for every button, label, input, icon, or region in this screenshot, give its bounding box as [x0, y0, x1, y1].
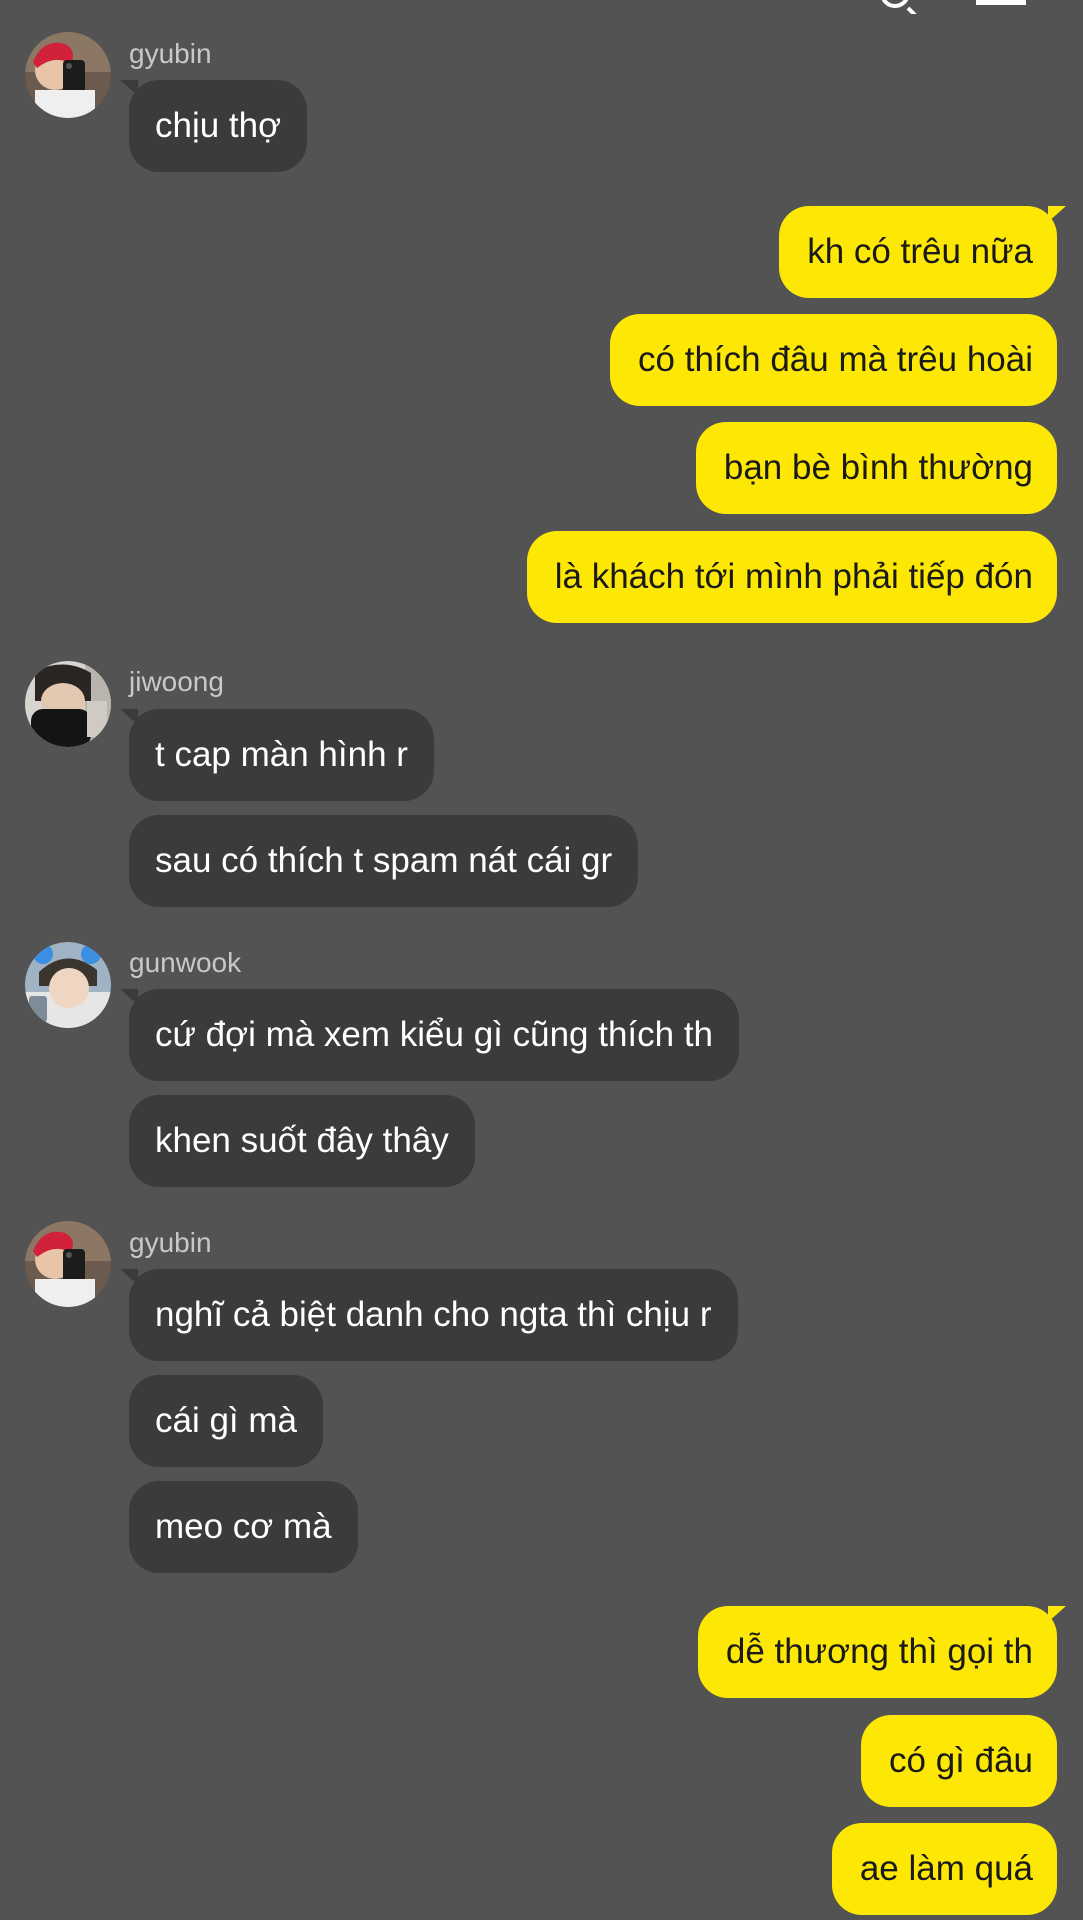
- avatar-gunwook-image: [25, 942, 111, 1028]
- avatar-gunwook[interactable]: [25, 942, 111, 1028]
- avatar-jiwoong-image: [25, 661, 111, 747]
- message-bubble-outgoing[interactable]: là khách tới mình phải tiếp đón: [526, 531, 1057, 623]
- sender-name: jiwoong: [129, 666, 224, 697]
- message-bubble-incoming[interactable]: t cap màn hình r: [120, 709, 434, 801]
- message-bubble-outgoing[interactable]: có gì đâu: [861, 1715, 1057, 1807]
- avatar-gyubin[interactable]: [25, 32, 111, 118]
- avatar-gyubin[interactable]: [25, 1221, 111, 1307]
- message-bubble-outgoing[interactable]: bạn bè bình thường: [695, 422, 1057, 514]
- sender-name: gyubin: [129, 38, 212, 69]
- chat-header: [0, 0, 1083, 14]
- message-bubble-incoming[interactable]: nghĩ cả biệt danh cho ngta thì chịu r: [120, 1269, 738, 1361]
- message-bubble-outgoing[interactable]: có thích đâu mà trêu hoài: [610, 314, 1057, 406]
- message-bubble-incoming[interactable]: cứ đợi mà xem kiểu gì cũng thích th: [119, 989, 740, 1081]
- message-bubble-outgoing[interactable]: kh có trêu nữa: [779, 206, 1066, 298]
- message-bubble-outgoing[interactable]: ae làm quá: [831, 1823, 1057, 1915]
- message-bubble-outgoing[interactable]: dễ thương thì gọi th: [697, 1606, 1067, 1698]
- message-bubble-incoming[interactable]: khen suốt đây thây: [129, 1095, 475, 1187]
- search-icon[interactable]: [880, 0, 910, 8]
- message-bubble-incoming[interactable]: cái gì mà: [129, 1375, 323, 1467]
- sender-name: gunwook: [129, 947, 242, 978]
- message-bubble-incoming[interactable]: sau có thích t spam nát cái gr: [129, 815, 639, 907]
- menu-icon[interactable]: [976, 0, 1026, 5]
- sender-name: gyubin: [129, 1227, 212, 1258]
- avatar-gyubin-image: [25, 32, 111, 118]
- message-bubble-incoming[interactable]: chịu thợ: [119, 80, 308, 172]
- avatar-jiwoong[interactable]: [25, 661, 111, 747]
- avatar-gyubin-image: [25, 1221, 111, 1307]
- message-bubble-incoming[interactable]: meo cơ mà: [129, 1481, 358, 1573]
